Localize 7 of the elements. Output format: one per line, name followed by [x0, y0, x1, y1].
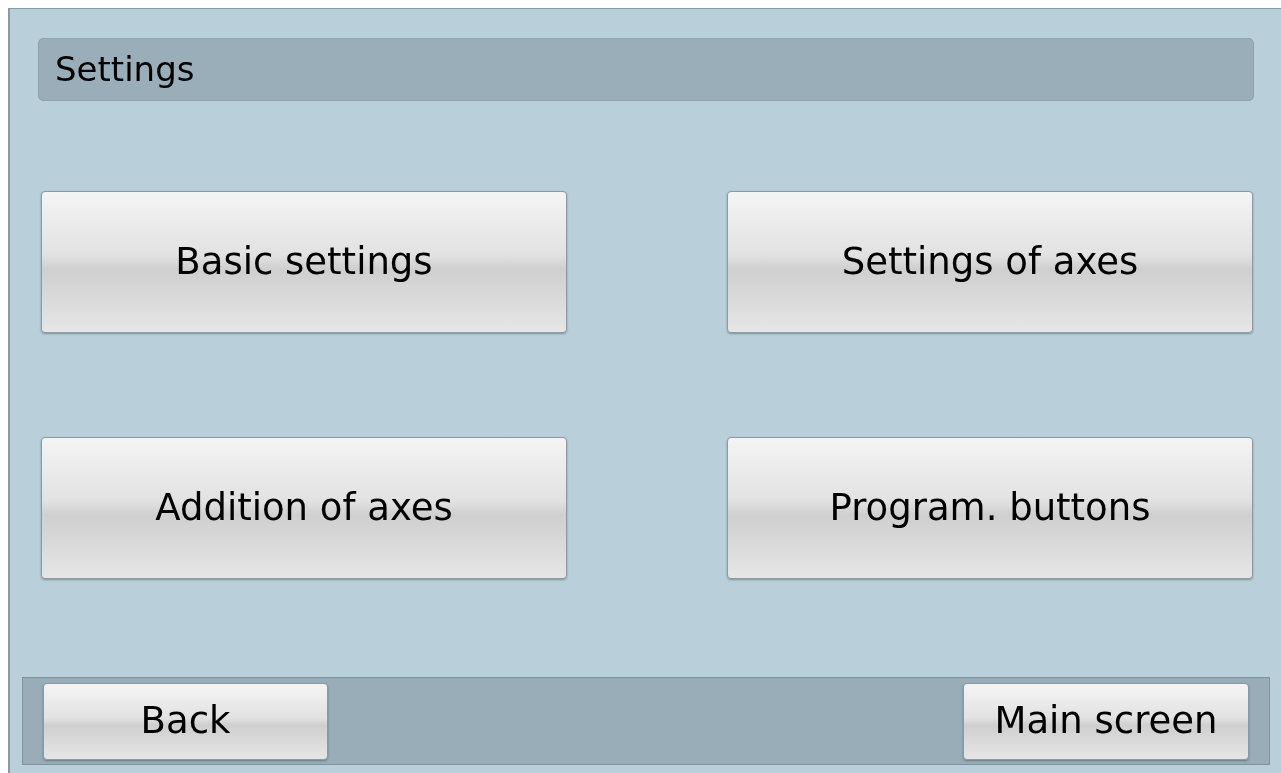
- back-button[interactable]: Back: [43, 682, 328, 760]
- menu-button[interactable]: Basic settings: [41, 191, 567, 333]
- main-screen-button[interactable]: Main screen: [963, 682, 1249, 760]
- window-title: Settings: [55, 48, 195, 91]
- menu-button[interactable]: Settings of axes: [727, 191, 1253, 333]
- menu-button[interactable]: Addition of axes: [41, 437, 567, 579]
- menu-button[interactable]: Program. buttons: [727, 437, 1253, 579]
